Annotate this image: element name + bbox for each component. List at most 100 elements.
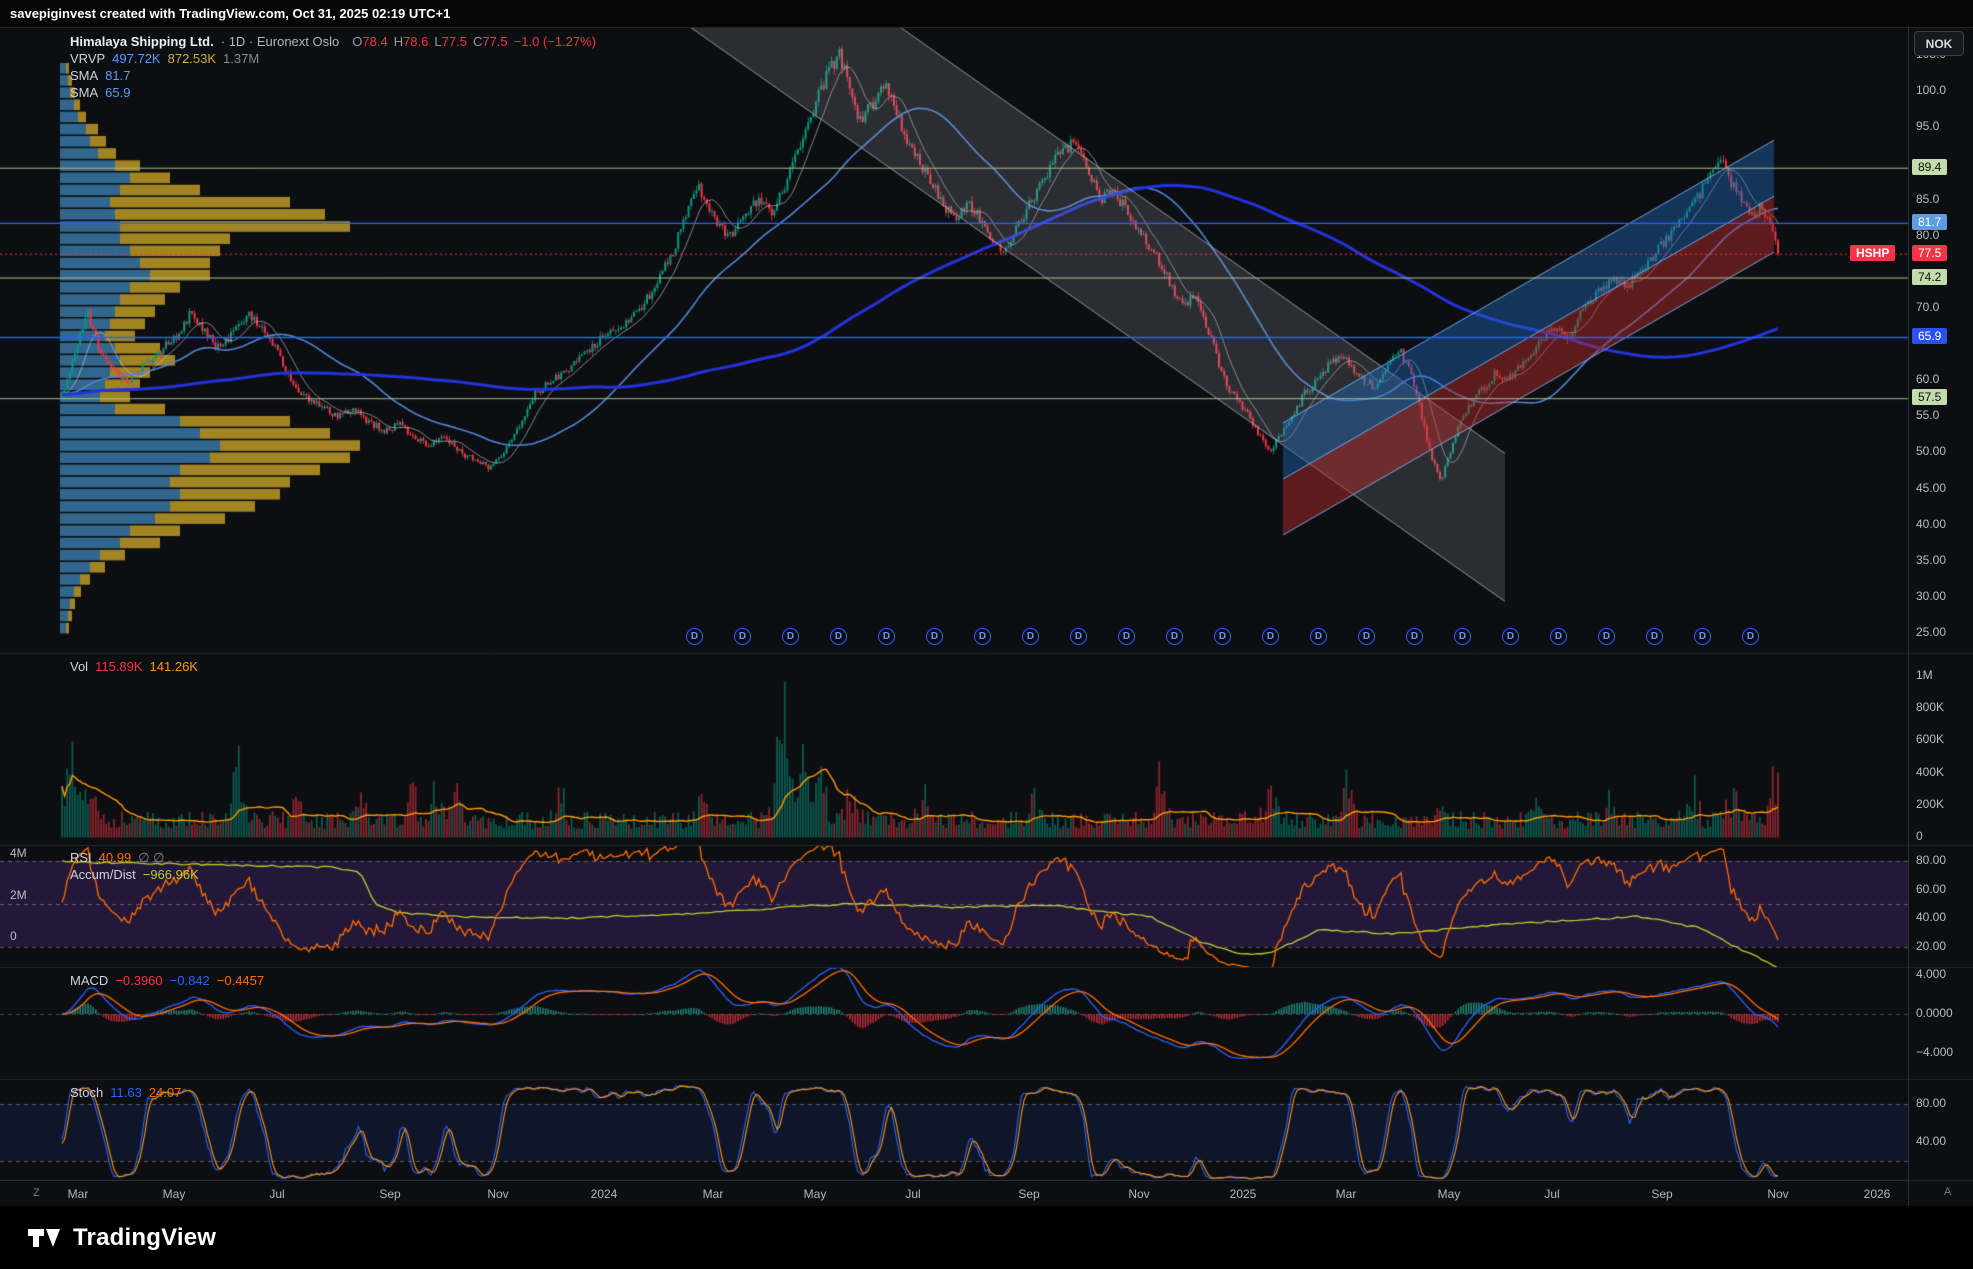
price-tick: 50.00	[1916, 444, 1946, 458]
tradingview-brand[interactable]: TradingView	[73, 1224, 216, 1252]
footer: TradingView	[0, 1206, 1973, 1269]
time-axis-month-label: Mar	[703, 1187, 724, 1201]
volume-scale-tick: 1M	[1916, 668, 1933, 682]
vrvp-value-1: 497.72K	[112, 50, 160, 67]
volume-value: 115.89K	[95, 658, 142, 675]
stoch-scale-tick: 80.00	[1916, 1096, 1946, 1110]
dividend-marker[interactable]: D	[686, 628, 703, 645]
accdist-scale-tick: 0	[10, 929, 17, 943]
dividend-marker[interactable]: D	[1070, 628, 1087, 645]
price-tick: 35.00	[1916, 553, 1946, 567]
dividend-marker[interactable]: D	[1358, 628, 1375, 645]
time-axis-month-label: Sep	[1651, 1187, 1672, 1201]
dividend-marker[interactable]: D	[878, 628, 895, 645]
status-text: savepiginvest created with TradingView.c…	[10, 6, 450, 21]
rsi-scale-tick: 60.00	[1916, 882, 1946, 896]
currency-button[interactable]: NOK	[1914, 31, 1964, 56]
price-tick: 55.0	[1916, 408, 1939, 422]
status-bar: savepiginvest created with TradingView.c…	[0, 0, 1973, 27]
price-tick: 45.00	[1916, 481, 1946, 495]
accdist-scale-tick: 2M	[10, 888, 27, 902]
volume-scale-tick: 400K	[1916, 765, 1944, 779]
price-tick: 30.00	[1916, 589, 1946, 603]
ohlc-value: 77.5	[482, 34, 507, 49]
dividend-marker[interactable]: D	[1646, 628, 1663, 645]
time-axis-month-label: Mar	[1336, 1187, 1357, 1201]
stoch-label: Stoch	[70, 1084, 103, 1101]
time-axis-year-label: 2025	[1230, 1187, 1257, 1201]
ohlc-key: C	[473, 34, 482, 49]
time-axis-month-label: Nov	[1128, 1187, 1149, 1201]
rsi-legend[interactable]: RSI 40.99 ∅ ∅ Accum/Dist −966.96K	[70, 849, 199, 883]
time-axis-year-label: 2026	[1864, 1187, 1891, 1201]
tradingview-logo-icon[interactable]	[26, 1225, 62, 1251]
dividend-marker[interactable]: D	[830, 628, 847, 645]
stoch-legend[interactable]: Stoch 11.63 24.07	[70, 1084, 181, 1101]
rsi-label: RSI	[70, 849, 92, 866]
price-level-label: 81.7	[1912, 214, 1947, 230]
time-axis-month-label: Sep	[379, 1187, 400, 1201]
price-level-label: 74.2	[1912, 269, 1947, 285]
vrvp-value-3: 1.37M	[223, 50, 259, 67]
sma-fast-legend-row[interactable]: SMA 81.7	[70, 67, 596, 84]
dividend-marker[interactable]: D	[1310, 628, 1327, 645]
rsi-scale-tick: 20.00	[1916, 939, 1946, 953]
dividend-marker[interactable]: D	[734, 628, 751, 645]
volume-ma-value: 141.26K	[150, 658, 198, 675]
symbol-row[interactable]: Himalaya Shipping Ltd. · 1D · Euronext O…	[70, 33, 596, 50]
price-tick: 60.0	[1916, 372, 1939, 386]
stoch-scale-tick: 40.00	[1916, 1134, 1946, 1148]
dividend-marker[interactable]: D	[1214, 628, 1231, 645]
price-legend: Himalaya Shipping Ltd. · 1D · Euronext O…	[70, 33, 596, 101]
tradingview-chart-app: savepiginvest created with TradingView.c…	[0, 0, 1973, 1269]
ohlc-value: 77.5	[442, 34, 467, 49]
macd-legend[interactable]: MACD −0.3960 −0.842 −0.4457	[70, 972, 264, 989]
time-axis-month-label: Jul	[269, 1187, 284, 1201]
price-tick: 40.00	[1916, 517, 1946, 531]
macd-scale-tick: 4.000	[1916, 967, 1946, 981]
macd-line-value: −0.842	[170, 972, 210, 989]
volume-scale-tick: 600K	[1916, 732, 1944, 746]
symbol-title[interactable]: Himalaya Shipping Ltd.	[70, 33, 214, 50]
sma-slow-label: SMA	[70, 84, 98, 101]
dividend-marker[interactable]: D	[782, 628, 799, 645]
price-tick: 85.0	[1916, 192, 1939, 206]
sma-slow-legend-row[interactable]: SMA 65.9	[70, 84, 596, 101]
dividend-marker[interactable]: D	[1022, 628, 1039, 645]
rsi-scale-tick: 80.00	[1916, 853, 1946, 867]
vrvp-legend-row[interactable]: VRVP 497.72K 872.53K 1.37M	[70, 50, 596, 67]
accdist-scale-tick: 4M	[10, 846, 27, 860]
volume-scale-tick: 200K	[1916, 797, 1944, 811]
vrvp-label: VRVP	[70, 50, 105, 67]
dividend-marker[interactable]: D	[1406, 628, 1423, 645]
dividend-marker[interactable]: D	[926, 628, 943, 645]
ohlc-value: 78.6	[403, 34, 428, 49]
time-axis[interactable]: Z MarMayJulSepNov2024MarMayJulSepNov2025…	[0, 1180, 1908, 1206]
time-axis-month-label: May	[1438, 1187, 1461, 1201]
time-axis-left-marker[interactable]: Z	[33, 1187, 40, 1199]
time-axis-month-label: Sep	[1018, 1187, 1039, 1201]
ohlc-values: O78.4H78.6L77.5C77.5−1.0 (−1.27%)	[346, 33, 596, 50]
dividend-marker[interactable]: D	[974, 628, 991, 645]
dividend-marker[interactable]: D	[1454, 628, 1471, 645]
time-axis-month-label: Mar	[68, 1187, 89, 1201]
price-level-label: 65.9	[1912, 328, 1947, 344]
dividend-marker[interactable]: D	[1166, 628, 1183, 645]
dividend-marker[interactable]: D	[1502, 628, 1519, 645]
dividend-marker[interactable]: D	[1118, 628, 1135, 645]
price-scale[interactable]: 105.0100.095.085.080.070.060.055.050.004…	[1908, 27, 1973, 1206]
price-tick: 25.00	[1916, 625, 1946, 639]
time-axis-month-label: May	[804, 1187, 827, 1201]
time-axis-right-marker[interactable]: A	[1944, 1186, 1951, 1198]
rsi-empty-values-icon: ∅ ∅	[138, 849, 164, 866]
dividend-marker[interactable]: D	[1598, 628, 1615, 645]
dividend-marker[interactable]: D	[1262, 628, 1279, 645]
chart-canvas[interactable]	[0, 0, 1973, 1206]
sma-fast-label: SMA	[70, 67, 98, 84]
accdist-label: Accum/Dist	[70, 866, 136, 883]
volume-label: Vol	[70, 658, 88, 675]
volume-legend[interactable]: Vol 115.89K 141.26K	[70, 658, 198, 675]
dividend-marker[interactable]: D	[1742, 628, 1759, 645]
dividend-marker[interactable]: D	[1550, 628, 1567, 645]
dividend-marker[interactable]: D	[1694, 628, 1711, 645]
